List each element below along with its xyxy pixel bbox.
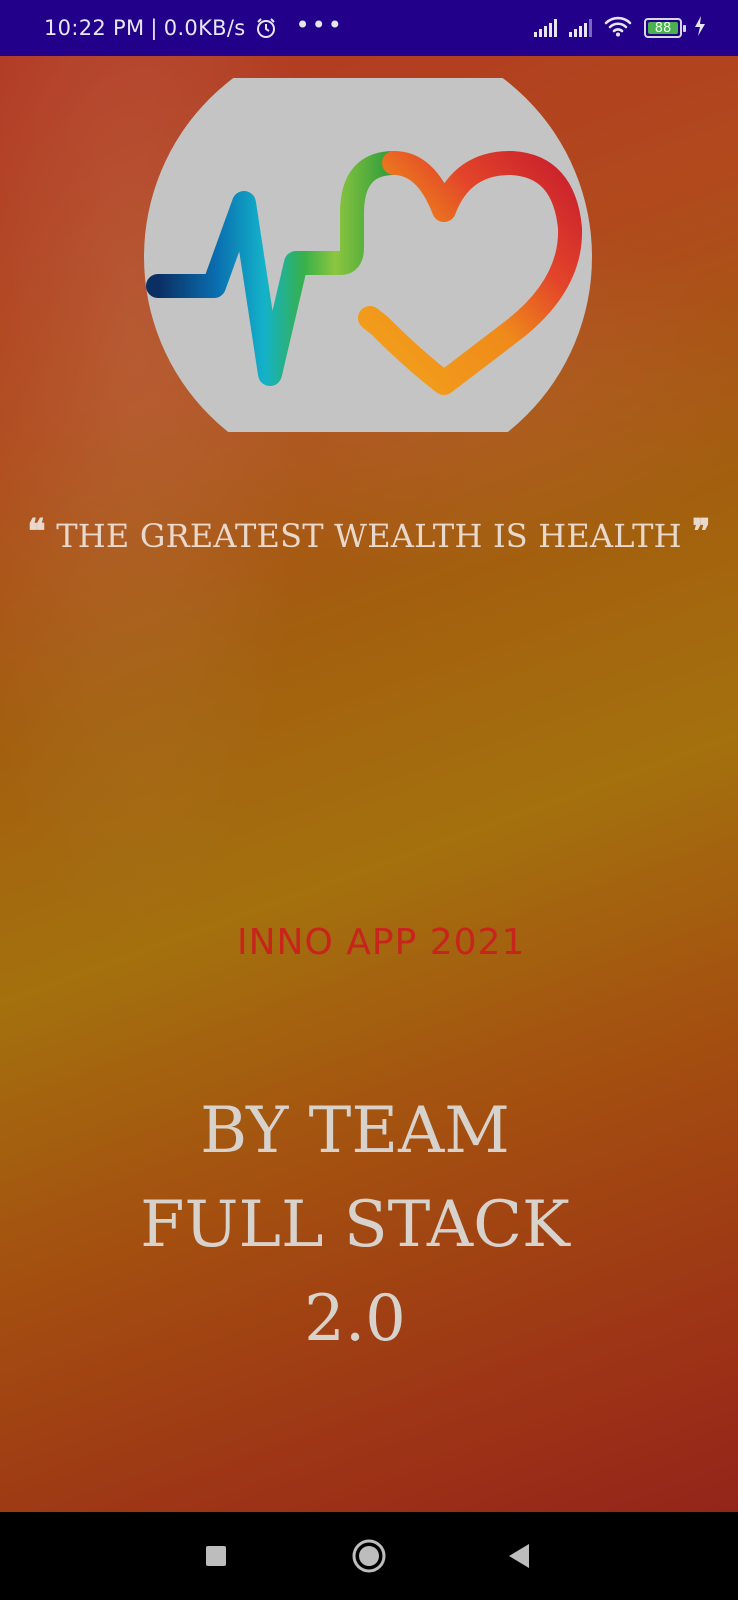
navigation-bar xyxy=(0,1512,738,1600)
status-bar: 10:22 PM | 0.0KB/s ••• 88 xyxy=(0,0,738,56)
back-triangle-icon[interactable] xyxy=(497,1534,541,1578)
splash-screen: ❝ THE GREATEST WEALTH IS HEALTH ❞ INNO A… xyxy=(0,56,738,1512)
signal-icon xyxy=(534,19,557,37)
wifi-icon xyxy=(604,15,632,41)
battery-icon: 88 xyxy=(644,18,686,38)
close-quote-icon: ❞ xyxy=(692,512,711,552)
signal-icon-2 xyxy=(569,19,592,37)
quote-text: THE GREATEST WEALTH IS HEALTH xyxy=(56,517,682,555)
battery-level: 88 xyxy=(654,20,672,36)
heartbeat-heart-icon xyxy=(146,151,583,395)
alarm-icon xyxy=(255,17,277,39)
team-line-2: FULL STACK xyxy=(140,1188,570,1262)
status-separator: | xyxy=(150,16,158,40)
charging-icon xyxy=(694,16,706,40)
status-time: 10:22 PM xyxy=(44,16,145,40)
home-circle-icon[interactable] xyxy=(347,1534,391,1578)
app-logo xyxy=(144,78,592,432)
open-quote-icon: ❝ xyxy=(27,512,46,552)
team-line-1: BY TEAM xyxy=(200,1094,510,1168)
team-credit: BY TEAM FULL STACK 2.0 xyxy=(0,1084,710,1366)
app-label: INNO APP 2021 xyxy=(237,922,526,963)
status-right: 88 xyxy=(534,15,706,41)
recents-square-icon[interactable] xyxy=(194,1534,238,1578)
health-quote: ❝ THE GREATEST WEALTH IS HEALTH ❞ xyxy=(0,512,738,556)
more-notifications-icon: ••• xyxy=(295,11,344,39)
team-line-3: 2.0 xyxy=(304,1282,406,1356)
status-left: 10:22 PM | 0.0KB/s ••• xyxy=(44,11,344,42)
network-speed: 0.0KB/s xyxy=(163,16,246,40)
